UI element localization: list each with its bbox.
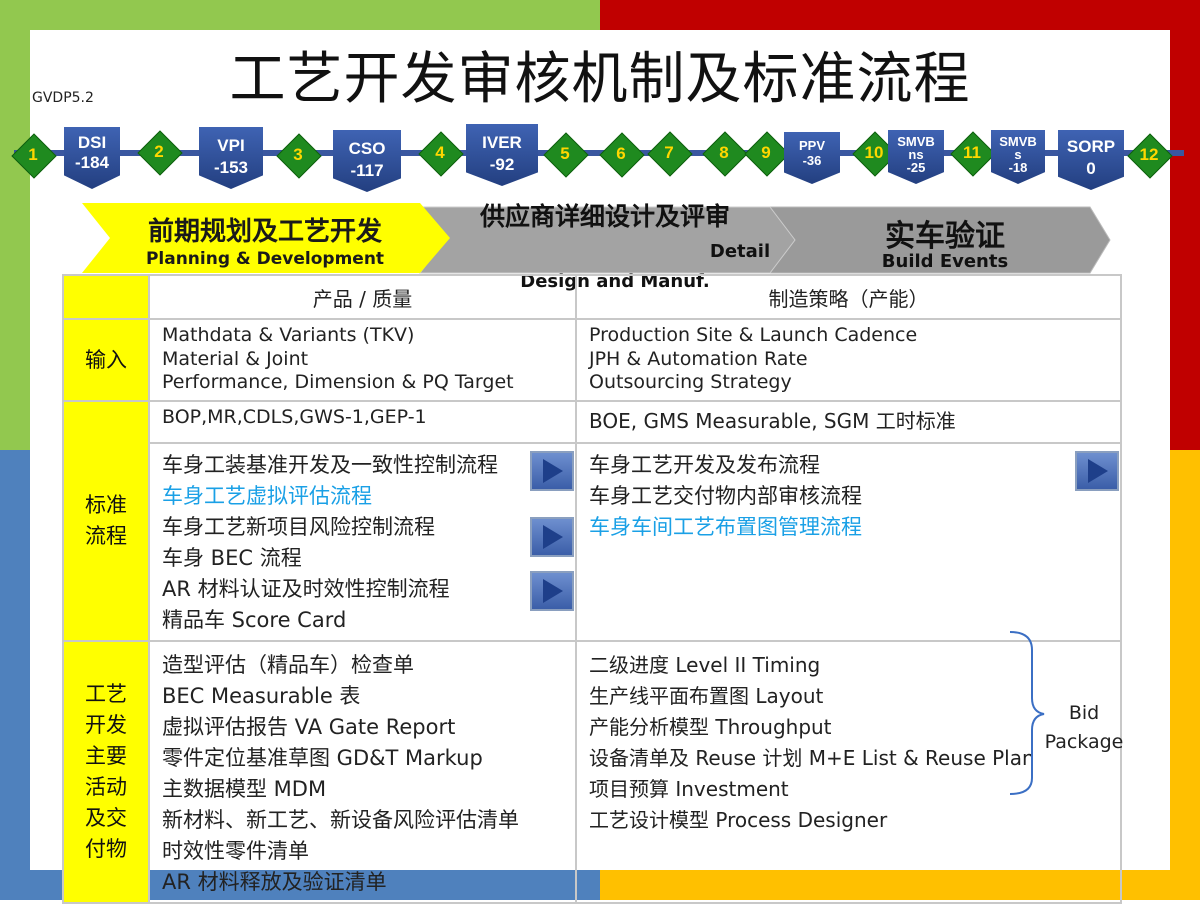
- col-header-product: 产品 / 质量: [148, 274, 577, 320]
- col-header-strategy: 制造策略（产能）: [575, 274, 1122, 320]
- row-label-line: 及交: [85, 806, 127, 830]
- play-button-3[interactable]: [530, 571, 574, 611]
- list-item: 精品车 Score Card: [162, 608, 347, 632]
- row-label-input: 输入: [62, 318, 150, 402]
- list-item: 车身工艺开发及发布流程: [589, 453, 820, 477]
- standard-row-top: 标准 流程 BOP,MR,CDLS,GWS-1,GEP-1 BOE, GMS M…: [62, 400, 1122, 642]
- input-strategy-cell: Production Site & Launch Cadence JPH & A…: [575, 318, 1122, 402]
- list-item: Mathdata & Variants (TKV): [162, 324, 415, 346]
- list-item: 车身工艺新项目风险控制流程: [162, 515, 435, 539]
- row-label-standard: 标准 流程: [62, 400, 150, 642]
- input-product-cell: Mathdata & Variants (TKV) Material & Joi…: [148, 318, 577, 402]
- row-label-line: 流程: [85, 524, 127, 548]
- row-label-line: 开发: [85, 713, 127, 737]
- standard-row: 车身工装基准开发及一致性控制流程 车身工艺虚拟评估流程 车身工艺新项目风险控制流…: [63, 442, 1122, 642]
- list-item: 车身 BEC 流程: [162, 546, 302, 570]
- bid-package-label: Bid Package: [1040, 699, 1128, 757]
- standard-strategy-top: BOE, GMS Measurable, SGM 工时标准: [575, 400, 1122, 444]
- list-item: BEC Measurable 表: [162, 684, 361, 708]
- list-item: 主数据模型 MDM: [162, 777, 327, 801]
- row-label-line: 主要: [85, 744, 127, 768]
- header-corner: [62, 274, 150, 320]
- bid-line-2: Package: [1044, 731, 1124, 753]
- play-icon: [543, 459, 563, 483]
- list-item: 虚拟评估报告 VA Gate Report: [162, 715, 456, 739]
- list-item: 零件定位基准草图 GD&T Markup: [162, 746, 483, 770]
- activities-product-cell: 造型评估（精品车）检查单 BEC Measurable 表 虚拟评估报告 VA …: [148, 640, 577, 904]
- list-item: Material & Joint: [162, 347, 309, 370]
- play-button-4[interactable]: [1075, 451, 1119, 491]
- row-label-line: 工艺: [85, 682, 127, 706]
- standard-product-cell: 车身工装基准开发及一致性控制流程 车身工艺虚拟评估流程 车身工艺新项目风险控制流…: [148, 442, 577, 642]
- phase3-title: 实车验证: [885, 219, 1005, 254]
- row-label-line: 标准: [85, 493, 127, 517]
- list-item: 时效性零件清单: [162, 839, 309, 863]
- phase1-subtitle: Planning & Development: [145, 249, 385, 269]
- phase2-title: 供应商详细设计及评审: [479, 202, 730, 231]
- row-label-line: 付物: [85, 837, 127, 861]
- link-virtual-eval[interactable]: 车身工艺虚拟评估流程: [162, 481, 563, 512]
- row-label-activities: 工艺 开发 主要 活动 及交 付物: [62, 640, 150, 904]
- phase2-subtitle-1: Detail: [709, 241, 771, 262]
- list-item: 车身工艺交付物内部审核流程: [589, 484, 862, 508]
- phase3-subtitle: Build Events: [881, 251, 1009, 272]
- link-layout-management[interactable]: 车身车间工艺布置图管理流程: [589, 512, 1108, 543]
- play-button-1[interactable]: [530, 451, 574, 491]
- list-item: Production Site & Launch Cadence: [589, 324, 918, 346]
- list-item: AR 材料认证及时效性控制流程: [162, 577, 450, 601]
- standard-strategy-cell: 车身工艺开发及发布流程 车身工艺交付物内部审核流程 车身车间工艺布置图管理流程: [575, 442, 1122, 642]
- list-item: 车身工装基准开发及一致性控制流程: [162, 453, 498, 477]
- list-item: JPH & Automation Rate: [589, 347, 808, 370]
- row-label-line: 活动: [85, 775, 127, 799]
- phase1-title: 前期规划及工艺开发: [147, 217, 382, 247]
- input-row: 输入 Mathdata & Variants (TKV) Material & …: [62, 318, 1122, 402]
- list-item: 造型评估（精品车）检查单: [162, 653, 414, 677]
- play-icon: [543, 579, 563, 603]
- list-item: 工艺设计模型 Process Designer: [589, 808, 888, 832]
- standard-product-top: BOP,MR,CDLS,GWS-1,GEP-1: [148, 400, 577, 444]
- list-item: Performance, Dimension & PQ Target: [162, 371, 514, 393]
- bid-line-1: Bid: [1068, 702, 1100, 724]
- activities-row: 工艺 开发 主要 活动 及交 付物 造型评估（精品车）检查单 BEC Measu…: [62, 640, 1122, 904]
- process-table: 产品 / 质量 制造策略（产能） 输入 Mathdata & Variants …: [62, 274, 1122, 904]
- list-item: Outsourcing Strategy: [589, 371, 792, 393]
- play-icon: [543, 525, 563, 549]
- list-item: 新材料、新工艺、新设备风险评估清单: [162, 808, 519, 832]
- play-icon: [1088, 459, 1108, 483]
- header-row: 产品 / 质量 制造策略（产能）: [62, 274, 1122, 320]
- list-item: AR 材料释放及验证清单: [162, 870, 387, 894]
- play-button-2[interactable]: [530, 517, 574, 557]
